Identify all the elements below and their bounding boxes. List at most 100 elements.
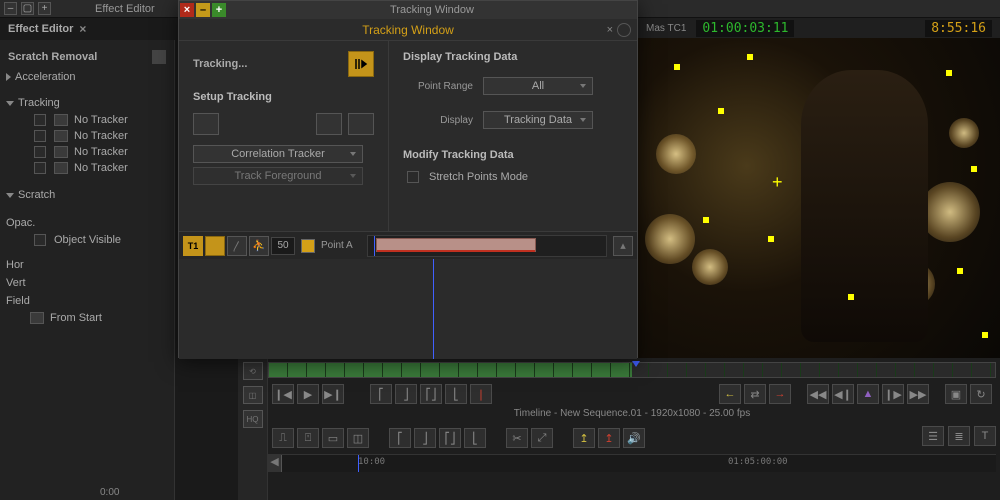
mark-clip-button[interactable]: ⎡⎦ <box>439 428 461 448</box>
tracker-tool-b-button[interactable] <box>348 113 374 135</box>
tracking-point-icon[interactable] <box>768 236 774 242</box>
person-icon[interactable]: ⛹ <box>249 236 269 256</box>
tracking-point-icon[interactable] <box>971 166 977 172</box>
display-dropdown[interactable]: Tracking Data <box>483 111 593 129</box>
insert-button[interactable]: ↥ <box>573 428 595 448</box>
go-next-button[interactable]: → <box>769 384 791 404</box>
ruler-scroll-left-icon[interactable]: ◀ <box>268 455 282 472</box>
overwrite-button[interactable]: ▭ <box>322 428 344 448</box>
clear-button[interactable]: ⎣ <box>464 428 486 448</box>
close-icon[interactable]: × <box>79 22 86 36</box>
loop-button[interactable]: ↻ <box>970 384 992 404</box>
overwrite-edit-button[interactable]: ↥ <box>598 428 620 448</box>
effect-editor-tab[interactable]: Effect Editor × <box>8 22 86 36</box>
win-minimize-icon[interactable]: – <box>4 2 17 15</box>
trim-button[interactable]: ⤢ <box>531 428 553 448</box>
timecode-ruler[interactable]: 10:00 01:05:00:00 ◀ <box>268 454 996 472</box>
tracker-type-dropdown[interactable]: Correlation Tracker <box>193 145 363 163</box>
window-close-icon[interactable]: × <box>180 3 194 17</box>
checkbox[interactable] <box>34 234 46 246</box>
go-prev-button[interactable]: ← <box>719 384 741 404</box>
tracker-row[interactable]: No Tracker <box>0 128 174 144</box>
mark-out-button[interactable]: ⎦ <box>414 428 436 448</box>
tracking-window-titlebar[interactable]: × – + Tracking Window <box>179 1 637 19</box>
settings-gear-icon[interactable] <box>617 23 631 37</box>
point-range-dropdown[interactable]: All <box>483 77 593 95</box>
tracker-row[interactable]: No Tracker <box>0 112 174 128</box>
checkbox[interactable] <box>407 171 419 183</box>
checkbox[interactable] <box>34 130 46 142</box>
param-opac[interactable]: Opac. <box>0 214 174 232</box>
mark-in-button[interactable]: ⎡ <box>370 384 392 404</box>
lift-button[interactable]: ⍞ <box>297 428 319 448</box>
param-field[interactable]: Field <box>0 292 174 310</box>
position-bar[interactable] <box>268 362 996 378</box>
menu-icon[interactable]: ☰ <box>922 426 944 446</box>
stretch-points-row[interactable]: Stretch Points Mode <box>403 171 623 183</box>
tracker-row[interactable]: No Tracker <box>0 160 174 176</box>
tracking-data-clip[interactable] <box>376 238 536 252</box>
close-icon[interactable]: × <box>607 24 613 36</box>
tool-button[interactable]: ◫ <box>243 386 263 404</box>
clear-in-button[interactable]: ⎣ <box>445 384 467 404</box>
keyframe-button[interactable]: ▲ <box>857 384 879 404</box>
window-maximize-icon[interactable]: + <box>212 3 226 17</box>
param-hor[interactable]: Hor <box>0 256 174 274</box>
hq-button[interactable]: HQ <box>243 410 263 428</box>
start-tracking-button[interactable] <box>348 51 374 77</box>
tracking-point-icon[interactable] <box>747 54 753 60</box>
tracking-point-icon[interactable] <box>848 294 854 300</box>
mark-out-button[interactable]: ⎦ <box>395 384 417 404</box>
track-target-dropdown[interactable]: Track Foreground <box>193 167 363 185</box>
frame-fwd-button[interactable]: ❙▶ <box>882 384 904 404</box>
tracking-crosshair-icon[interactable]: + <box>772 172 783 193</box>
win-close-icon[interactable]: + <box>38 2 51 15</box>
text-tool-icon[interactable]: T <box>974 426 996 446</box>
playhead-icon[interactable] <box>358 455 359 472</box>
audio-button[interactable]: 🔊 <box>623 428 645 448</box>
graph-icon[interactable]: 〳 <box>227 236 247 256</box>
param-from-start[interactable]: From Start <box>0 310 174 326</box>
tracker-color-swatch[interactable] <box>301 239 315 253</box>
tracking-point-icon[interactable] <box>957 268 963 274</box>
tracker-row[interactable]: No Tracker <box>0 144 174 160</box>
tracker-enable-button[interactable]: T1 <box>183 236 203 256</box>
ffwd-button[interactable]: ▶▶ <box>907 384 929 404</box>
checkbox[interactable] <box>34 162 46 174</box>
render-button[interactable]: ▣ <box>945 384 967 404</box>
source-monitor[interactable]: + <box>638 38 1000 358</box>
splice-button[interactable]: ◫ <box>347 428 369 448</box>
master-timecode[interactable]: 01:00:03:11 <box>696 20 794 37</box>
add-edit-button[interactable]: ✂ <box>506 428 528 448</box>
param-vert[interactable]: Vert <box>0 274 174 292</box>
tracking-point-icon[interactable] <box>718 108 724 114</box>
tracker-tool-a-button[interactable] <box>316 113 342 135</box>
tracking-point-icon[interactable] <box>946 70 952 76</box>
step-fwd-button[interactable]: ▶❙ <box>322 384 344 404</box>
playhead-icon[interactable] <box>374 236 375 256</box>
tracker-timeline[interactable] <box>367 235 607 257</box>
checkbox[interactable] <box>34 146 46 158</box>
win-restore-icon[interactable]: ▢ <box>21 2 34 15</box>
new-tracker-button[interactable] <box>193 113 219 135</box>
window-minimize-icon[interactable]: – <box>196 3 210 17</box>
tracker-ref-button[interactable] <box>205 236 225 256</box>
list-icon[interactable]: ≣ <box>948 426 970 446</box>
scroll-up-icon[interactable]: ▴ <box>613 236 633 256</box>
clear-marks-button[interactable]: ❘ <box>470 384 492 404</box>
tracker-value-input[interactable]: 50 <box>271 237 295 255</box>
tracking-point-icon[interactable] <box>703 217 709 223</box>
effect-thumb-icon[interactable] <box>152 50 166 64</box>
tracking-point-icon[interactable] <box>982 332 988 338</box>
param-object-visible[interactable]: Object Visible <box>0 232 174 248</box>
tracking-point-icon[interactable] <box>674 64 680 70</box>
play-button[interactable]: ▶ <box>297 384 319 404</box>
checkbox[interactable] <box>34 114 46 126</box>
extract-button[interactable]: ⎍ <box>272 428 294 448</box>
playhead-marker-icon[interactable] <box>632 361 640 367</box>
rewind-button[interactable]: ◀◀ <box>807 384 829 404</box>
step-back-button[interactable]: ❙◀ <box>272 384 294 404</box>
group-tracking[interactable]: Tracking <box>0 94 174 112</box>
frame-back-button[interactable]: ◀❙ <box>832 384 854 404</box>
playhead-icon[interactable] <box>433 259 434 359</box>
